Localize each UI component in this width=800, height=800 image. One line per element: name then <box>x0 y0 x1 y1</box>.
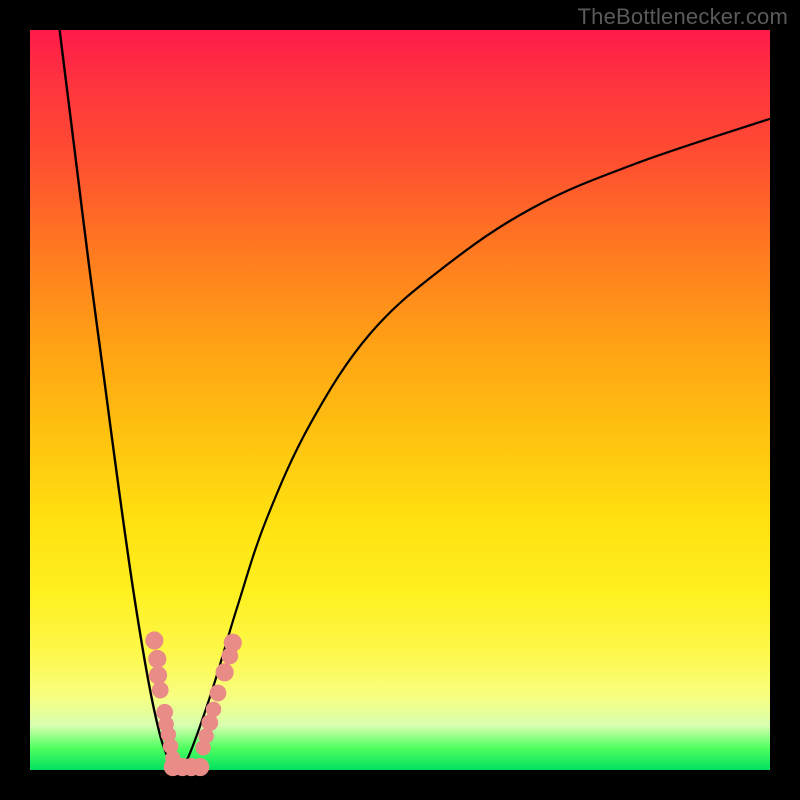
data-marker <box>152 682 169 699</box>
chart-frame: TheBottlenecker.com <box>0 0 800 800</box>
data-marker <box>145 631 163 649</box>
watermark-text: TheBottlenecker.com <box>578 4 788 30</box>
data-marker <box>201 714 218 731</box>
data-marker <box>224 634 242 652</box>
data-marker <box>191 758 209 776</box>
data-marker <box>216 663 234 681</box>
data-marker <box>210 685 227 702</box>
data-marker <box>206 702 221 717</box>
plot-area <box>30 30 770 770</box>
right-curve <box>182 119 770 770</box>
data-marker <box>149 666 167 684</box>
chart-svg <box>30 30 770 770</box>
data-marker <box>148 650 166 668</box>
marker-layer <box>145 631 242 776</box>
